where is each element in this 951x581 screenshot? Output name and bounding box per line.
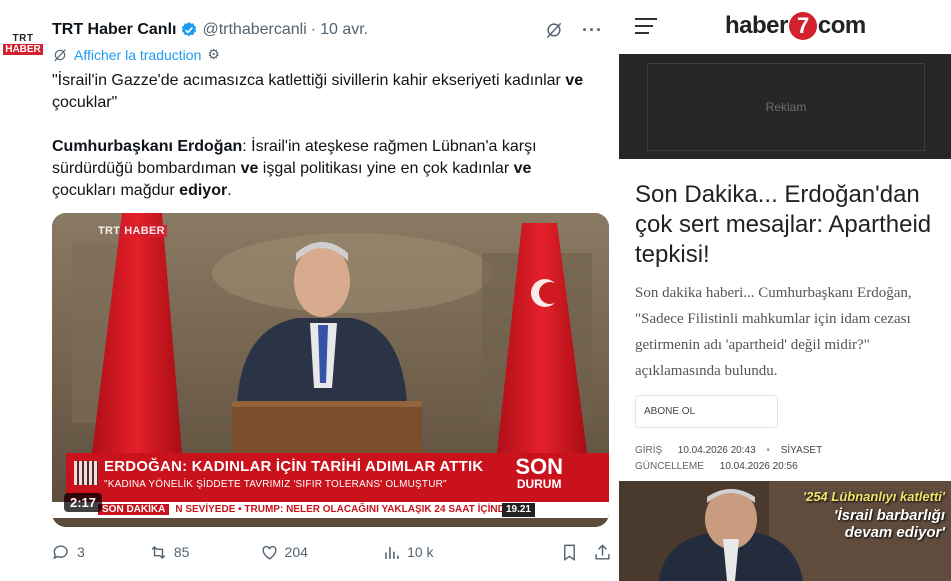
update-time: 10.04.2026 20:56 — [719, 461, 798, 472]
more-icon[interactable]: ··· — [582, 21, 603, 39]
meta-separator: • — [766, 445, 770, 456]
image-caption-1: '254 Lübnanlıyı katletti' — [803, 489, 945, 504]
translate-label: Afficher la traduction — [74, 46, 202, 63]
quote-text: "İsrail'in Gazze'de acımasızca katlettiğ… — [52, 72, 561, 89]
meta-update-row: GÜNCELLEME 10.04.2026 20:56 — [635, 461, 798, 472]
avatar[interactable]: TRT HABER — [3, 24, 43, 64]
channel-logo-b: HABER — [122, 225, 167, 237]
p2-text-3: çocukları mağdur — [52, 182, 180, 199]
channel-logo-a: TRT — [98, 225, 121, 237]
retweet-button[interactable]: 85 — [149, 543, 260, 562]
lower-third-banner: ERDOĞAN: KADINLAR İÇİN TARİHİ ADIMLAR AT… — [66, 453, 609, 502]
ticker-text: N SEVİYEDE • TRUMP: NELER OLACAĞINI YAKL… — [175, 504, 512, 515]
reply-count: 3 — [77, 544, 85, 560]
logo-seven: 7 — [788, 12, 817, 40]
tweet-paragraph-1: "İsrail'in Gazze'de acımasızca katlettiğ… — [52, 70, 592, 114]
article-image[interactable]: '254 Lübnanlıyı katletti' 'İsrail barbar… — [619, 481, 951, 581]
site-logo[interactable]: haber 7 com — [725, 12, 866, 40]
ad-label: Reklam — [765, 100, 807, 114]
video-subline: "KADINA YÖNELİK ŞİDDETE TAVRIMIZ 'SIFIR … — [104, 479, 447, 490]
header-actions: ··· — [544, 20, 603, 40]
logo-left: haber — [725, 12, 788, 39]
tweet-header: TRT Haber Canlı @trthabercanli · 10 avr.… — [52, 19, 603, 41]
qr-code-icon — [74, 461, 98, 485]
retweet-icon — [151, 545, 166, 559]
p2-bold-2: ve — [240, 160, 259, 177]
tweet-paragraph-2: Cumhurbaşkanı Erdoğan: İsrail'in ateşkes… — [52, 136, 592, 202]
ad-slot[interactable]: Reklam — [647, 63, 925, 151]
avatar-text-bottom: HABER — [3, 43, 43, 55]
article-title: Son Dakika... Erdoğan'dan çok sert mesaj… — [635, 181, 932, 268]
reply-button[interactable]: 3 — [52, 543, 149, 562]
news-ticker: SON DAKİKA N SEVİYEDE • TRUMP: NELER OLAC… — [52, 502, 609, 518]
share-icon[interactable] — [593, 543, 612, 562]
author-handle[interactable]: @trthabercanli — [202, 21, 306, 39]
author-name[interactable]: TRT Haber Canlı — [52, 21, 176, 39]
entry-time: 10.04.2026 20:43 — [677, 445, 756, 456]
news-panel: haber 7 com Reklam Son Dakika... Erdoğan… — [619, 0, 951, 581]
subscribe-label: ABONE OL — [644, 406, 696, 417]
like-button[interactable]: 204 — [260, 543, 383, 562]
p2-bold-4: ediyor — [179, 182, 228, 199]
channel-logo: TRT HABER — [98, 225, 167, 237]
like-count: 204 — [284, 544, 308, 560]
p2-text-2: işgal politikası yine en çok kadınlar — [258, 160, 514, 177]
meta-entry-row: GİRİŞ 10.04.2026 20:43 • SİYASET — [635, 445, 822, 456]
category-link[interactable]: SİYASET — [781, 445, 823, 456]
quote-end: çocuklar" — [52, 94, 118, 111]
image-caption-2b: devam ediyor' — [844, 524, 945, 541]
footer-right-actions — [560, 543, 612, 562]
speaker-name: Cumhurbaşkanı Erdoğan — [52, 138, 243, 155]
tweet-text: "İsrail'in Gazze'de acımasızca katlettiğ… — [52, 70, 592, 224]
views-count: 10 k — [407, 544, 434, 560]
like-icon — [262, 545, 277, 560]
reply-icon — [53, 544, 68, 559]
p2-bold-3: ve — [513, 160, 532, 177]
logo-right: com — [817, 12, 866, 39]
video-duration: 2:17 — [64, 493, 103, 512]
tweet-date[interactable]: 10 avr. — [320, 21, 368, 39]
views-button[interactable]: 10 k — [382, 543, 560, 562]
subscribe-button[interactable]: ABONE OL — [635, 395, 778, 428]
bookmark-icon[interactable] — [560, 543, 579, 562]
grok-icon[interactable] — [544, 20, 564, 40]
translate-link[interactable]: Afficher la traduction ⚙ — [52, 46, 220, 63]
update-label: GÜNCELLEME — [635, 461, 704, 472]
site-header: haber 7 com — [619, 0, 951, 54]
verified-badge-icon — [182, 22, 197, 37]
video-headline: ERDOĞAN: KADINLAR İÇİN TARİHİ ADIMLAR AT… — [104, 458, 484, 475]
p2-end: . — [227, 182, 232, 199]
son-durum-badge: SON DURUM — [515, 454, 563, 492]
hamburger-menu-icon[interactable] — [635, 18, 657, 39]
son-text: SON — [515, 454, 563, 479]
avatar-text-top: TRT — [12, 32, 34, 44]
article-lead: Son dakika haberi... Cumhurbaşkanı Erdoğ… — [635, 285, 912, 379]
ticker-time: 19.21 — [501, 503, 535, 517]
entry-label: GİRİŞ — [635, 445, 663, 456]
translate-icon — [54, 48, 66, 61]
tweet-panel: TRT HABER TRT Haber Canlı @trthabercanli… — [0, 0, 617, 581]
ad-section: Reklam — [619, 54, 951, 159]
tweet-actions-bar: 3 85 204 10 k — [52, 541, 612, 563]
image-caption-2a: 'İsrail barbarlığı — [833, 507, 945, 524]
gear-icon[interactable]: ⚙ — [207, 46, 220, 63]
durum-text: DURUM — [516, 477, 562, 491]
image-caption-2: 'İsrail barbarlığı devam ediyor' — [834, 507, 945, 541]
ticker-label: SON DAKİKA — [98, 504, 170, 515]
video-player[interactable]: TRT HABER ERDOĞAN: KADINLAR İÇİN TARİHİ A… — [52, 213, 609, 527]
views-icon — [385, 546, 399, 559]
quote-bold: ve — [565, 72, 584, 89]
separator-dot: · — [310, 21, 317, 38]
retweet-count: 85 — [173, 544, 190, 560]
